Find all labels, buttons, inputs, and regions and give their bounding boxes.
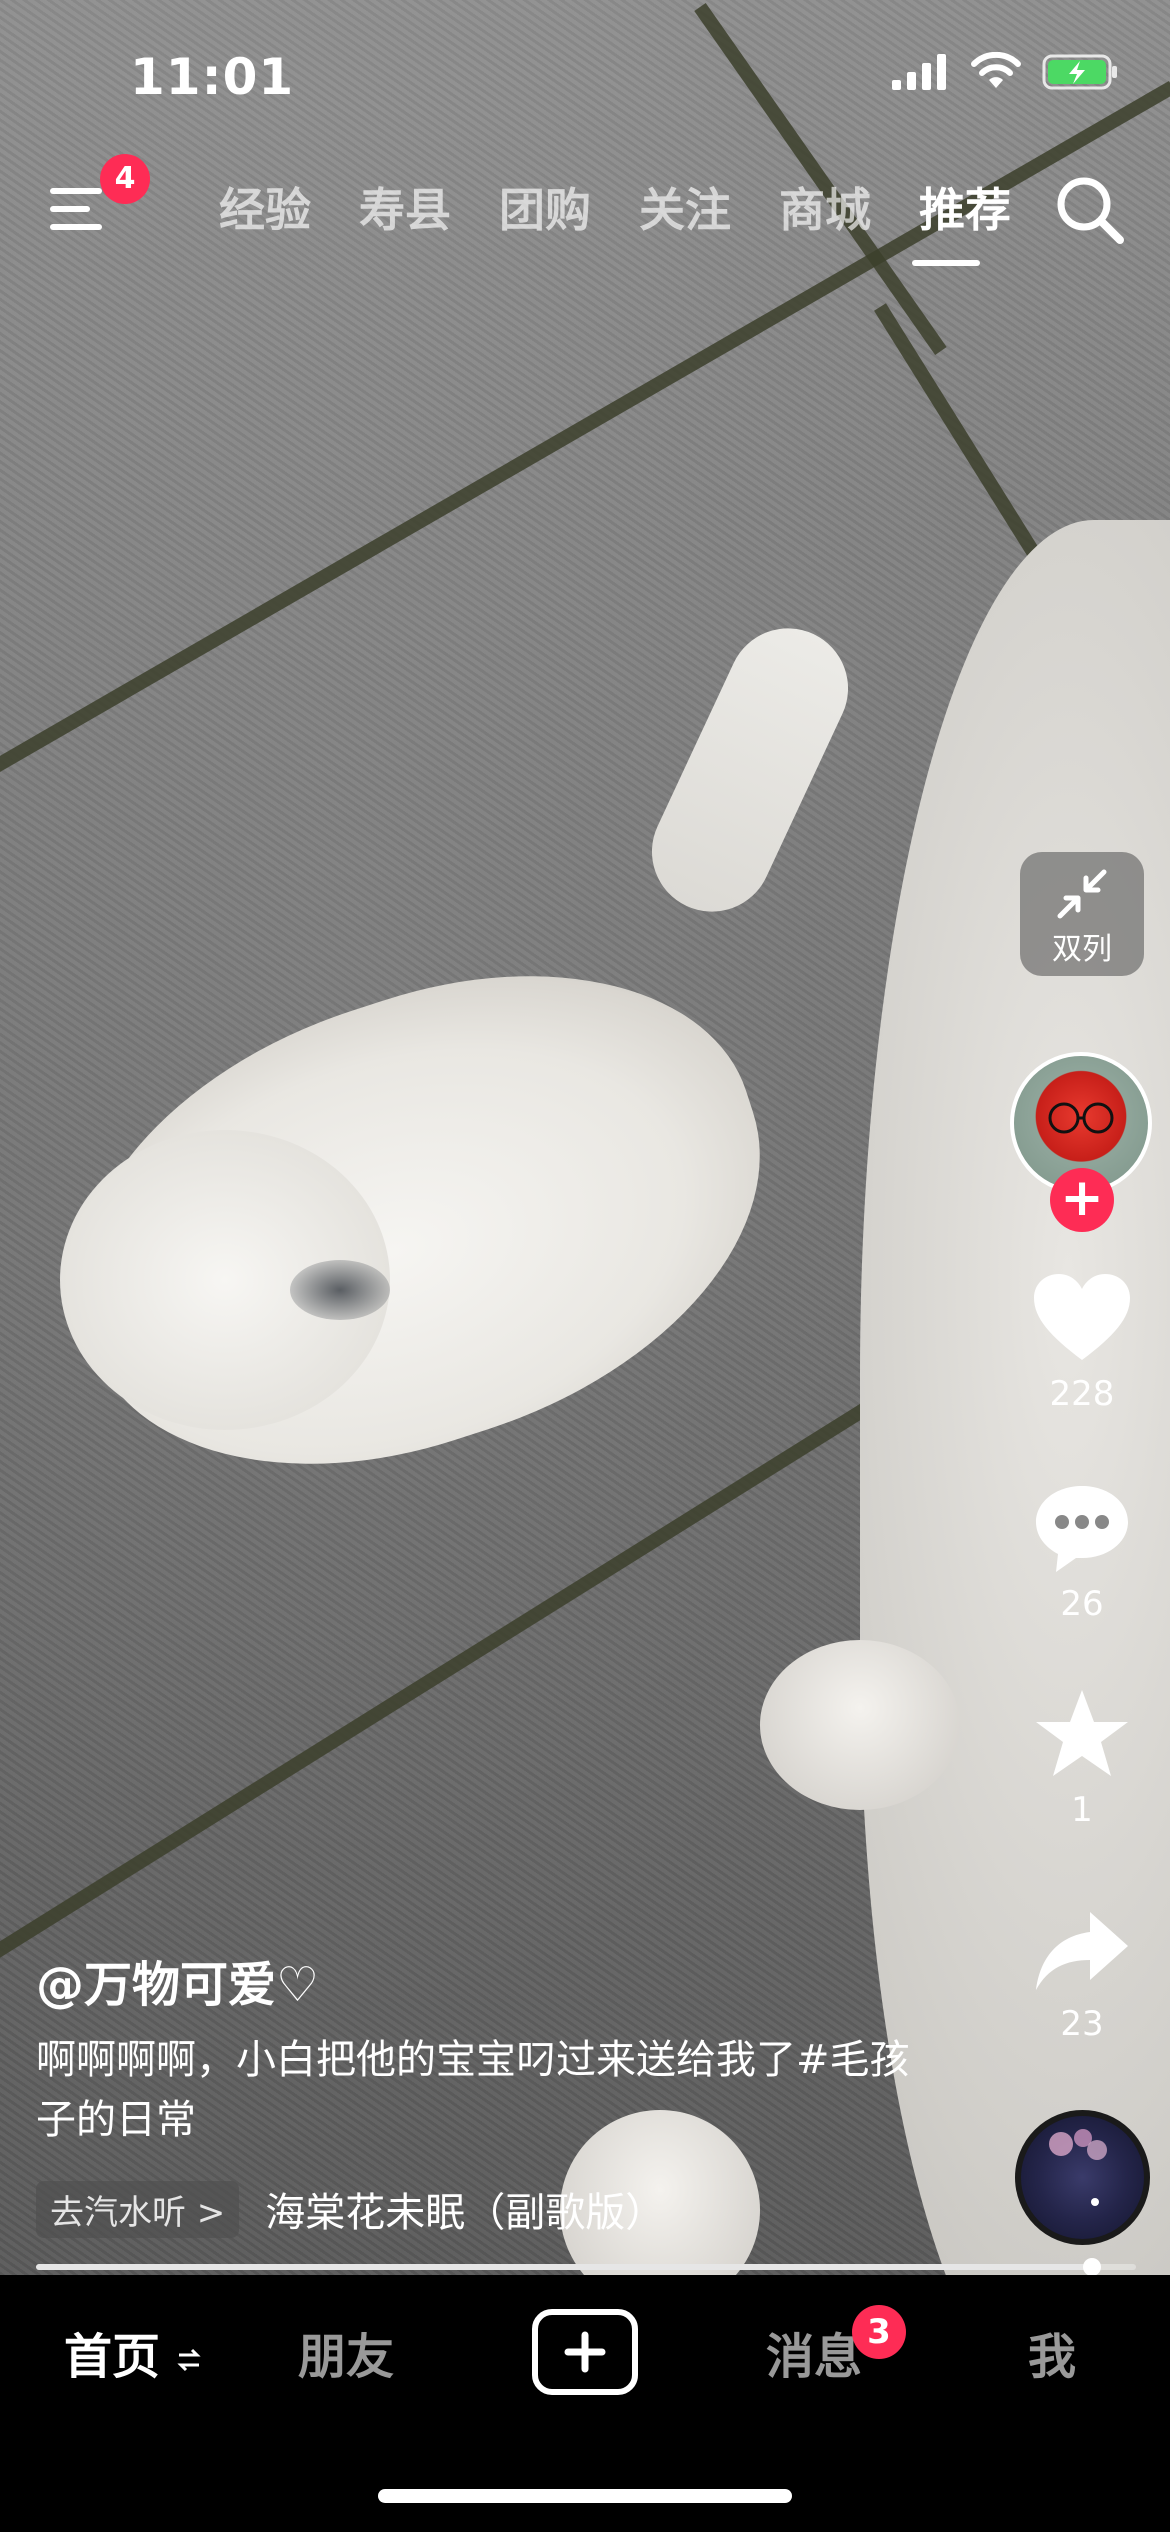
video-player[interactable]	[0, 0, 1170, 2275]
double-column-label: 双列	[1052, 932, 1112, 967]
search-icon	[1057, 177, 1124, 244]
menu-icon-line	[50, 206, 90, 212]
share-button[interactable]: 23	[1020, 1906, 1144, 2044]
signal-icon	[892, 54, 946, 90]
menu-icon-line	[50, 224, 102, 230]
battery-charging-icon	[1042, 54, 1117, 90]
top-nav: 4 经验 寿县 团购 关注 商城 推荐	[0, 154, 1170, 266]
search-button[interactable]	[1052, 172, 1128, 248]
follow-button[interactable]: +	[1050, 1168, 1114, 1232]
tab-home[interactable]: 首页	[64, 2317, 201, 2387]
double-column-button[interactable]: 双列	[1020, 852, 1144, 976]
plus-icon	[564, 2331, 606, 2373]
flower-icon	[1049, 2129, 1107, 2206]
collapse-arrows-icon	[1057, 869, 1107, 919]
comment-icon	[1036, 1486, 1128, 1572]
share-icon	[1036, 1912, 1128, 1990]
plus-icon: +	[1060, 1168, 1104, 1228]
create-button[interactable]	[532, 2309, 638, 2395]
home-indicator	[378, 2489, 792, 2503]
tab-me[interactable]: 我	[1028, 2317, 1076, 2387]
tab-local[interactable]: 寿县	[335, 178, 475, 242]
music-disc[interactable]	[1015, 2110, 1150, 2245]
bottom-tab-bar: 首页 朋友 消息 3 我	[0, 2275, 1170, 2532]
heart-icon	[1034, 1274, 1130, 1360]
status-icons	[890, 52, 1120, 92]
comment-button[interactable]: 26	[1020, 1480, 1144, 1624]
video-progress-bar[interactable]	[36, 2258, 1136, 2276]
like-count: 228	[1049, 1374, 1115, 1414]
music-title[interactable]: 海棠花未眠（副歌版）	[265, 2180, 665, 2238]
tab-messages[interactable]: 消息	[766, 2317, 862, 2387]
music-row: 去汽水听 > 海棠花未眠（副歌版）	[36, 2180, 665, 2238]
share-count: 23	[1060, 2004, 1104, 2044]
messages-badge: 3	[852, 2305, 906, 2359]
tab-mall[interactable]: 商城	[755, 178, 895, 242]
star-icon	[1036, 1690, 1128, 1776]
tab-following[interactable]: 关注	[615, 178, 755, 242]
tab-home-label: 首页	[64, 2329, 161, 2385]
menu-icon	[50, 188, 102, 194]
comment-count: 26	[1060, 1584, 1104, 1624]
video-progress-knob[interactable]	[1083, 2258, 1101, 2276]
pavement-seam	[874, 303, 1045, 566]
kitten-spot	[290, 1260, 390, 1320]
feed-tabs: 经验 寿县 团购 关注 商城 推荐	[195, 178, 1035, 242]
tab-recommended[interactable]: 推荐	[895, 178, 1035, 242]
tab-experience[interactable]: 经验	[195, 178, 335, 242]
like-button[interactable]: 228	[1020, 1270, 1144, 1414]
status-time: 11:01	[130, 48, 295, 106]
tab-friends[interactable]: 朋友	[298, 2317, 394, 2387]
author-name[interactable]: @万物可爱♡	[36, 1945, 319, 2015]
video-description: 啊啊啊啊，小白把他的宝宝叼过来送给我了#毛孩子的日常	[36, 2037, 910, 2143]
menu-button[interactable]	[50, 184, 106, 236]
tab-group-buy[interactable]: 团购	[475, 178, 615, 242]
favorite-button[interactable]: 1	[1020, 1686, 1144, 1830]
active-tab-indicator	[912, 260, 980, 266]
kitten-tail	[632, 608, 868, 932]
video-progress-fill	[36, 2264, 1092, 2270]
menu-badge: 4	[100, 154, 150, 204]
wifi-icon	[971, 52, 1021, 88]
listen-in-soda-link[interactable]: 去汽水听 >	[36, 2180, 240, 2238]
favorite-count: 1	[1071, 1790, 1093, 1830]
cat-paw	[760, 1640, 960, 1810]
swap-icon	[177, 2348, 201, 2372]
